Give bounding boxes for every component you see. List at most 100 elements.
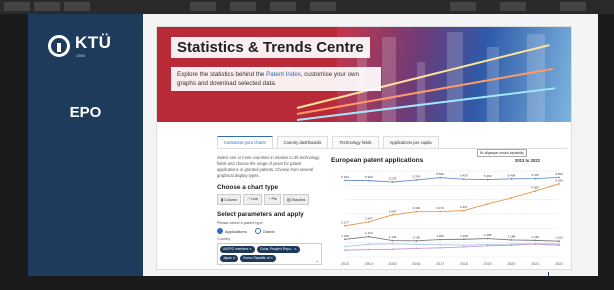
data-label: 3 237	[460, 205, 468, 209]
chevron-down-icon[interactable]: ⌄	[316, 258, 319, 263]
data-point	[367, 235, 370, 238]
thumbnail[interactable]	[500, 2, 526, 11]
subtitle-text: Explore the statistics behind the	[177, 71, 267, 78]
data-label: 5 105	[555, 178, 563, 182]
radio-label: Applications	[225, 228, 247, 234]
data-label: 5 344	[341, 175, 349, 179]
country-label: Country	[217, 237, 231, 241]
data-label: 5 470	[531, 173, 539, 177]
patent-chart: European patent applications Bu bilgisay…	[327, 149, 567, 269]
data-label: 1 235	[341, 234, 349, 238]
tab-applications-per-capita[interactable]: Applications per capita	[382, 136, 439, 148]
thumbnail[interactable]	[310, 2, 336, 11]
radio-dot	[217, 228, 223, 234]
data-point	[558, 182, 560, 185]
country-chip[interactable]: Korea, Republic of ✕	[240, 255, 277, 262]
thumbnail[interactable]	[190, 2, 216, 11]
data-label: 1 189	[508, 234, 516, 238]
data-point	[534, 243, 537, 245]
data-point	[344, 238, 346, 241]
data-point	[344, 245, 346, 248]
data-point	[367, 243, 370, 246]
data-point	[439, 210, 442, 213]
radio-grants[interactable]: Grants	[254, 228, 275, 234]
radio-applications[interactable]: Applications	[217, 228, 247, 234]
data-point	[486, 203, 489, 205]
data-label: 1 130	[413, 235, 421, 239]
chip-label: Japan	[223, 256, 232, 260]
country-chip[interactable]: Japan ✕	[220, 255, 239, 262]
hero-subtitle-box: Explore the statistics behind the Patent…	[171, 67, 381, 91]
x-tick-label: 2018	[460, 262, 468, 266]
thumbnail[interactable]	[560, 2, 586, 11]
data-point	[344, 179, 346, 182]
x-tick-label: 2013	[341, 262, 349, 266]
data-label: 1 160	[531, 235, 539, 239]
data-point	[510, 197, 513, 199]
data-label: 5 454	[508, 173, 516, 177]
x-tick-label: 2022	[555, 262, 563, 266]
data-point	[510, 244, 513, 247]
logo-text: KTÜ	[75, 33, 112, 52]
data-point	[462, 209, 465, 212]
thumbnail[interactable]	[4, 2, 30, 11]
tab-customise-charts[interactable]: Customise your charts	[217, 136, 273, 148]
line-chart-button[interactable]: ⟋ Line	[243, 194, 263, 205]
top-thumbnail-strip	[0, 0, 614, 14]
logo-icon	[48, 35, 70, 57]
country-chip[interactable]: All EPO members ✕	[220, 246, 255, 253]
data-label: 1 144	[389, 235, 397, 239]
x-tick-label: 2017	[436, 262, 444, 266]
data-point	[558, 240, 560, 243]
data-point	[415, 179, 418, 181]
data-point	[344, 249, 346, 252]
data-label: 5 553	[555, 172, 563, 176]
data-point	[534, 177, 537, 180]
data-label: 5 233	[389, 176, 397, 180]
thumbnail[interactable]	[64, 2, 90, 11]
pie-chart-button[interactable]: ◔ Pie	[264, 194, 282, 205]
epo-label: EPO	[69, 104, 102, 121]
data-point	[415, 247, 418, 250]
slide-sidebar: KTÜ 1955 EPO	[28, 14, 143, 276]
patent-type-label: Please select a patent type	[217, 221, 263, 225]
data-point	[534, 190, 537, 192]
data-label: 2 447	[365, 216, 373, 220]
hero-subtitle: Explore the statistics behind the Patent…	[177, 70, 375, 88]
tab-technology-fields[interactable]: Technology fields	[332, 136, 379, 148]
data-point	[391, 248, 394, 251]
thumbnail[interactable]	[34, 2, 60, 11]
data-label: 1 102	[555, 236, 563, 240]
data-label: 5 402	[484, 174, 492, 178]
column-chart-button[interactable]: ▮ Column	[217, 194, 242, 205]
data-point	[439, 238, 442, 241]
thumbnail[interactable]	[230, 2, 256, 11]
data-point	[486, 244, 489, 247]
patent-type-radios: Applications Grants	[217, 228, 322, 234]
logo-subtext: 1955	[76, 53, 85, 58]
data-label: 5 329	[365, 175, 373, 179]
button-label: Line	[250, 197, 259, 201]
data-point	[391, 242, 394, 245]
data-label: 2 947	[389, 209, 397, 213]
country-chip[interactable]: China, People's Repu... ✕	[256, 246, 300, 253]
x-tick-label: 2014	[365, 262, 373, 266]
parameters-heading: Select parameters and apply	[217, 211, 304, 218]
thumbnail[interactable]	[450, 2, 476, 11]
hero-title-box: Statistics & Trends Centre	[171, 37, 370, 58]
chart-title: European patent applications	[331, 157, 424, 164]
ktu-logo: KTÜ 1955	[48, 32, 128, 62]
thumbnail[interactable]	[270, 2, 296, 11]
data-point	[558, 244, 560, 247]
x-tick-label: 2020	[507, 262, 515, 266]
stacked-chart-button[interactable]: ▤ Stacked	[283, 194, 310, 205]
data-point	[391, 213, 394, 216]
year-range: 2013 to 2022	[515, 158, 540, 163]
country-multiselect[interactable]: All EPO members ✕ China, People's Repu..…	[217, 243, 322, 265]
tab-country-dashboards[interactable]: Country dashboards	[276, 136, 329, 148]
data-point	[415, 210, 418, 213]
data-label: 1 419	[365, 231, 373, 235]
patent-index-link[interactable]: Patent Index	[266, 71, 301, 78]
chart-svg: 2013 2014 2015 2016 2017 2018 2019 2020 2021 2022…	[341, 170, 563, 266]
x-tick-label: 2016	[412, 262, 420, 266]
